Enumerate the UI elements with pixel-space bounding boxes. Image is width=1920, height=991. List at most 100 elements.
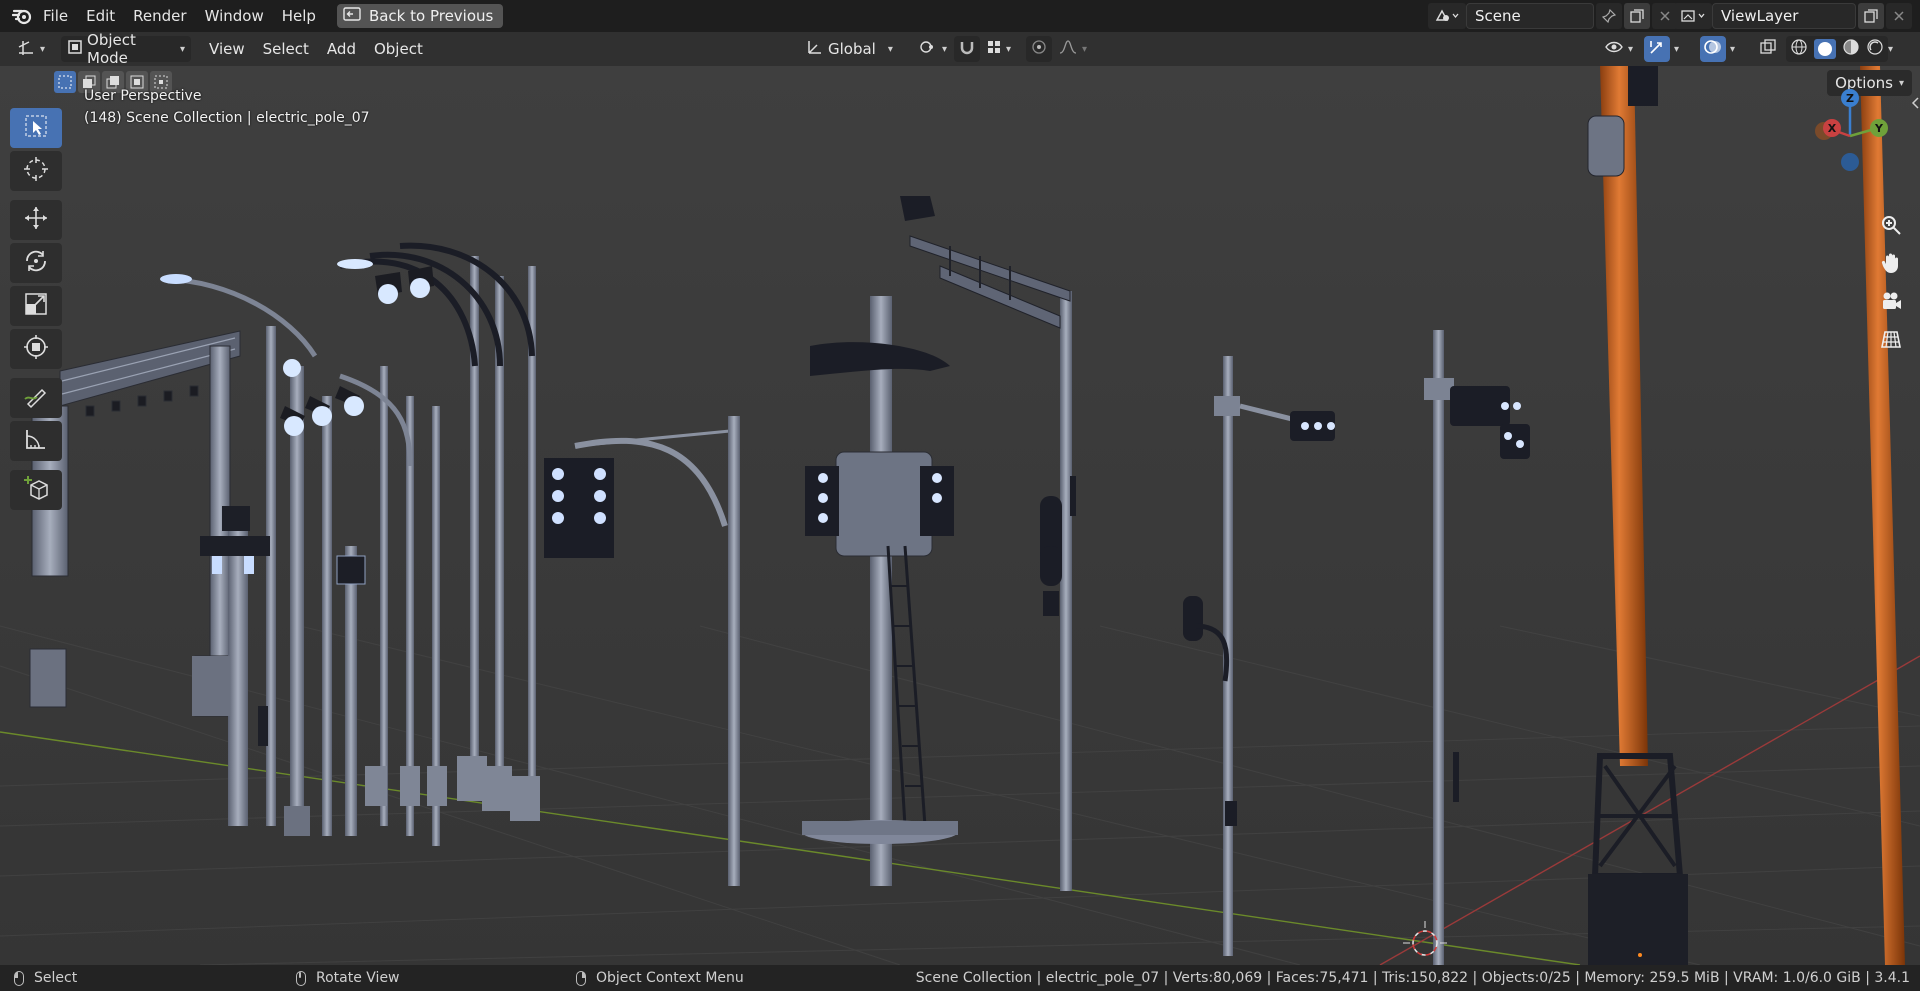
- view-layer-selector: ViewLayer: [1672, 3, 1912, 29]
- mouse-middle-click-icon: [296, 970, 306, 986]
- chevron-down-icon: ▾: [942, 43, 948, 55]
- tool-transform[interactable]: [10, 329, 62, 369]
- gizmo-icon: [1647, 38, 1667, 60]
- object-mode-icon: [67, 39, 83, 59]
- back-button-label: Back to Previous: [368, 7, 494, 25]
- mouse-right-click-icon: [576, 970, 586, 986]
- pan-button[interactable]: [1876, 250, 1906, 280]
- tool-add-cube[interactable]: [10, 470, 62, 510]
- chevron-down-icon: ▾: [1006, 43, 1012, 55]
- sidebar-toggle-arrow[interactable]: [1910, 94, 1920, 112]
- header-menu-object[interactable]: Object: [368, 36, 429, 62]
- tool-select-box[interactable]: [10, 108, 62, 148]
- hand-icon: [1880, 252, 1902, 278]
- wireframe-shading-icon[interactable]: [1790, 38, 1808, 60]
- snap-toggle[interactable]: [954, 36, 980, 62]
- tool-shelf: [10, 108, 62, 513]
- rotate-icon: [23, 248, 49, 278]
- pivot-point-button[interactable]: ▾: [912, 36, 953, 62]
- chevron-down-icon: ▾: [887, 43, 893, 55]
- xray-icon: [1759, 38, 1777, 60]
- visibility-button[interactable]: ▾: [1598, 36, 1639, 62]
- rendered-shading-icon[interactable]: [1866, 38, 1884, 60]
- tool-cursor[interactable]: [10, 151, 62, 191]
- transform-icon: [23, 334, 49, 364]
- scale-icon: [23, 291, 49, 321]
- viewport-header: ▾ Object Mode ▾ View Select Add Object G…: [0, 31, 1920, 67]
- menu-edit[interactable]: Edit: [77, 0, 124, 32]
- navigation-gizmo[interactable]: Z Y X: [1800, 86, 1900, 186]
- tool-scale[interactable]: [10, 286, 62, 326]
- falloff-button[interactable]: ▾: [1052, 36, 1093, 62]
- gizmo-options-button[interactable]: ▾: [1672, 36, 1681, 62]
- solid-shading-icon[interactable]: [1814, 39, 1836, 59]
- chevron-down-icon: ▾: [1888, 43, 1894, 55]
- falloff-curve-icon: [1058, 38, 1078, 60]
- overlays-options-button[interactable]: ▾: [1728, 36, 1737, 62]
- new-view-layer-icon[interactable]: [1858, 3, 1884, 29]
- 3d-viewport[interactable]: Options ▾ User Perspective (148) Scene C…: [0, 66, 1920, 965]
- zoom-button[interactable]: [1876, 212, 1906, 242]
- menu-render[interactable]: Render: [124, 0, 195, 32]
- pivot-point-icon: [918, 38, 938, 60]
- grid-icon: [1880, 328, 1902, 354]
- snap-increment-icon: [986, 39, 1002, 59]
- chevron-down-icon: ▾: [40, 43, 46, 55]
- collection-label: (148) Scene Collection | electric_pole_0…: [84, 110, 370, 126]
- status-context-menu-hint: Object Context Menu: [576, 970, 744, 986]
- header-menu-view[interactable]: View: [203, 36, 251, 62]
- gizmo-z-label: Z: [1846, 92, 1854, 105]
- axes-editor-icon: [16, 38, 36, 60]
- eye-icon: [1604, 39, 1624, 59]
- material-preview-icon[interactable]: [1842, 38, 1860, 60]
- annotate-icon: [23, 383, 49, 413]
- tool-rotate[interactable]: [10, 243, 62, 283]
- menu-help[interactable]: Help: [273, 0, 325, 32]
- blender-logo-icon[interactable]: [10, 4, 34, 28]
- negative-z-gizmo-circle: [1841, 153, 1859, 171]
- view-layer-name-field[interactable]: ViewLayer: [1712, 3, 1856, 29]
- gizmo-y-label: Y: [1874, 122, 1884, 135]
- back-screen-icon: [343, 7, 361, 25]
- tool-annotate[interactable]: [10, 378, 62, 418]
- shading-options-button[interactable]: ▾: [1886, 36, 1895, 62]
- orientation-dropdown[interactable]: Global ▾: [800, 36, 899, 62]
- select-box-icon: [24, 114, 48, 142]
- gizmo-toggle[interactable]: [1644, 36, 1670, 62]
- gizmo-x-label: X: [1828, 122, 1837, 135]
- mouse-left-click-icon: [14, 970, 24, 986]
- back-to-previous-button[interactable]: Back to Previous: [336, 4, 504, 28]
- chevron-down-icon: ▾: [1674, 43, 1680, 55]
- tool-measure[interactable]: [10, 421, 62, 461]
- mode-dropdown[interactable]: Object Mode ▾: [61, 31, 192, 67]
- editor-type-button[interactable]: ▾: [10, 36, 51, 62]
- chevron-down-icon: ▾: [1628, 43, 1634, 55]
- delete-view-layer-icon[interactable]: [1886, 3, 1912, 29]
- ortho-toggle-button[interactable]: [1876, 326, 1906, 356]
- proportional-editing-toggle[interactable]: [1026, 36, 1052, 62]
- add-cube-icon: [23, 475, 49, 505]
- transform-orientation-icon: [806, 38, 824, 60]
- new-scene-icon[interactable]: [1624, 3, 1650, 29]
- menu-window[interactable]: Window: [196, 0, 273, 32]
- overlays-toggle[interactable]: [1700, 36, 1726, 62]
- status-rotate-hint: Rotate View: [296, 970, 400, 986]
- view-layer-browse-icon[interactable]: [1674, 3, 1712, 29]
- pin-icon[interactable]: [1596, 3, 1622, 29]
- camera-view-button[interactable]: [1876, 288, 1906, 318]
- tool-move[interactable]: [10, 200, 62, 240]
- chevron-down-icon: ▾: [180, 43, 186, 55]
- header-menu-select[interactable]: Select: [257, 36, 315, 62]
- xray-toggle[interactable]: [1756, 36, 1780, 62]
- select-new-icon[interactable]: [54, 71, 76, 93]
- scene-browse-icon[interactable]: [1428, 3, 1466, 29]
- cursor-icon: [23, 156, 49, 186]
- scene-name-field[interactable]: Scene: [1466, 3, 1594, 29]
- menu-file[interactable]: File: [34, 0, 77, 32]
- status-bar: Select Rotate View Object Context Menu S…: [0, 965, 1920, 991]
- top-menu-bar: File Edit Render Window Help Back to Pre…: [0, 0, 1920, 32]
- scene-statistics: Scene Collection | electric_pole_07 | Ve…: [915, 970, 1910, 986]
- snap-target-button[interactable]: ▾: [980, 36, 1017, 62]
- header-menu-add[interactable]: Add: [321, 36, 362, 62]
- scene-selector: Scene: [1426, 3, 1678, 29]
